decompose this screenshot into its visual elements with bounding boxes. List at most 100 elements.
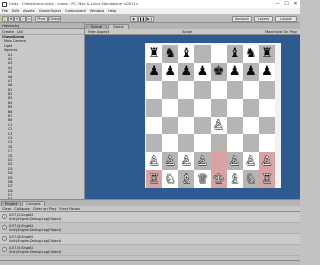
log-entry[interactable]: i 0.E7,I4,Kngbt2 UnityEngine.Debug:Log(Obj…: [0, 223, 300, 234]
black-chess-piece[interactable]: ♞: [164, 47, 176, 60]
menu-edit[interactable]: Edit: [12, 9, 19, 13]
board-square[interactable]: [242, 134, 259, 153]
board-square[interactable]: [162, 134, 179, 153]
black-chess-piece[interactable]: ♜: [261, 47, 273, 60]
clear-button[interactable]: Clear: [2, 207, 11, 211]
black-chess-piece[interactable]: ♟: [148, 65, 160, 78]
board-square[interactable]: [162, 98, 179, 117]
board-square[interactable]: ♝: [226, 45, 243, 63]
minimize-button[interactable]: ─: [273, 0, 282, 8]
layout-dropdown[interactable]: Layout: [275, 15, 297, 22]
board-square[interactable]: ♗: [226, 170, 243, 188]
board-square[interactable]: [258, 98, 275, 117]
board-square[interactable]: ♙: [162, 152, 179, 171]
aspect-dropdown[interactable]: Free Aspect: [88, 30, 109, 34]
board-square[interactable]: ♙: [194, 152, 211, 171]
white-chess-piece[interactable]: ♖: [261, 173, 273, 186]
white-chess-piece[interactable]: ♙: [245, 155, 257, 168]
board-square[interactable]: [242, 80, 259, 99]
board-square[interactable]: [258, 80, 275, 99]
board-square[interactable]: [178, 116, 195, 135]
board-square[interactable]: [226, 98, 243, 117]
board-square[interactable]: [258, 116, 275, 135]
white-chess-piece[interactable]: ♙: [197, 155, 209, 168]
board-square[interactable]: ♚: [210, 62, 227, 81]
board-square[interactable]: [242, 98, 259, 117]
chess-board[interactable]: ♜ ♞ ♝ ♝ ♞ ♜ ♟ ♟ ♟ ♟ ♚ ♟ ♟ ♟ ♙ ♙ ♙ ♙ ♙ ♙ ♙ ♙ ♖ ♘ ♗ ♕ ♔ ♗ ♘ ♖: [146, 45, 275, 188]
board-square[interactable]: [242, 116, 259, 135]
board-square[interactable]: ♝: [178, 45, 195, 63]
white-chess-piece[interactable]: ♙: [164, 155, 176, 168]
white-chess-piece[interactable]: ♘: [164, 173, 176, 186]
play-button[interactable]: ▶: [130, 15, 138, 22]
black-chess-piece[interactable]: ♟: [229, 65, 241, 78]
pivot-toggle[interactable]: Pivot: [35, 15, 48, 22]
collapse-toggle[interactable]: Collapse: [14, 207, 29, 211]
board-square[interactable]: ♙: [242, 152, 259, 171]
black-chess-piece[interactable]: ♟: [164, 65, 176, 78]
board-square[interactable]: ♘: [162, 170, 179, 188]
board-square[interactable]: ♙: [226, 152, 243, 171]
board-square[interactable]: ♙: [258, 152, 275, 171]
board-square[interactable]: ♕: [194, 170, 211, 188]
menu-gameobject[interactable]: GameObject: [39, 9, 61, 13]
board-square[interactable]: ♜: [258, 45, 275, 63]
board-square[interactable]: ♟: [226, 62, 243, 81]
menu-component[interactable]: Component: [65, 9, 86, 13]
board-square[interactable]: ♟: [178, 62, 195, 81]
rect-tool-icon[interactable]: ▭: [26, 15, 32, 22]
tab-console[interactable]: Console: [22, 200, 45, 206]
board-square[interactable]: ♖: [258, 170, 275, 188]
white-chess-piece[interactable]: ♙: [261, 155, 273, 168]
create-dropdown[interactable]: Create: [2, 30, 14, 34]
log-entry[interactable]: i 0.E7,I2,Kngbt2 UnityEngine.Debug:Log(Obj…: [0, 212, 300, 223]
black-chess-piece[interactable]: ♟: [261, 65, 273, 78]
hierarchy-search[interactable]: (All: [17, 30, 23, 34]
board-square[interactable]: ♖: [146, 170, 163, 188]
scale-slider[interactable]: Scale: [182, 30, 192, 34]
board-square[interactable]: [162, 116, 179, 135]
black-chess-piece[interactable]: ♟: [245, 65, 257, 78]
white-chess-piece[interactable]: ♖: [148, 173, 160, 186]
board-square[interactable]: [178, 80, 195, 99]
board-square[interactable]: ♟: [194, 62, 211, 81]
black-chess-piece[interactable]: ♝: [180, 47, 192, 60]
board-square[interactable]: [194, 45, 211, 63]
board-square[interactable]: ♟: [258, 62, 275, 81]
black-chess-piece[interactable]: ♝: [229, 47, 241, 60]
board-square[interactable]: ♟: [146, 62, 163, 81]
board-square[interactable]: [194, 134, 211, 153]
board-square[interactable]: [210, 80, 227, 99]
account-dropdown[interactable]: Account: [232, 15, 252, 22]
menu-help[interactable]: Help: [108, 9, 116, 13]
white-chess-piece[interactable]: ♙: [180, 155, 192, 168]
white-chess-piece[interactable]: ♙: [148, 155, 160, 168]
black-chess-piece[interactable]: ♟: [180, 65, 192, 78]
board-square[interactable]: [226, 134, 243, 153]
white-chess-piece[interactable]: ♗: [180, 173, 192, 186]
error-pause-toggle[interactable]: Error Pause: [59, 207, 79, 211]
board-square[interactable]: [210, 45, 227, 63]
board-square[interactable]: [226, 116, 243, 135]
black-chess-piece[interactable]: ♜: [148, 47, 160, 60]
tab-scene[interactable]: Scene: [86, 23, 107, 29]
global-toggle[interactable]: Global: [48, 15, 61, 22]
board-square[interactable]: [226, 80, 243, 99]
board-square[interactable]: ♔: [210, 170, 227, 188]
board-square[interactable]: [210, 152, 227, 171]
board-square[interactable]: ♗: [178, 170, 195, 188]
board-square[interactable]: ♟: [242, 62, 259, 81]
black-chess-piece[interactable]: ♞: [245, 47, 257, 60]
white-chess-piece[interactable]: ♔: [213, 173, 225, 186]
board-square[interactable]: [194, 98, 211, 117]
maximize-on-play-toggle[interactable]: Maximize On Play: [265, 30, 297, 34]
board-square[interactable]: ♙: [178, 152, 195, 171]
board-square[interactable]: [258, 134, 275, 153]
maximize-button[interactable]: ☐: [282, 0, 291, 8]
board-square[interactable]: [162, 80, 179, 99]
menu-window[interactable]: Window: [90, 9, 104, 13]
tab-game[interactable]: Game: [107, 23, 129, 29]
white-chess-piece[interactable]: ♙: [213, 119, 225, 132]
board-square[interactable]: [146, 80, 163, 99]
menu-assets[interactable]: Assets: [23, 9, 35, 13]
